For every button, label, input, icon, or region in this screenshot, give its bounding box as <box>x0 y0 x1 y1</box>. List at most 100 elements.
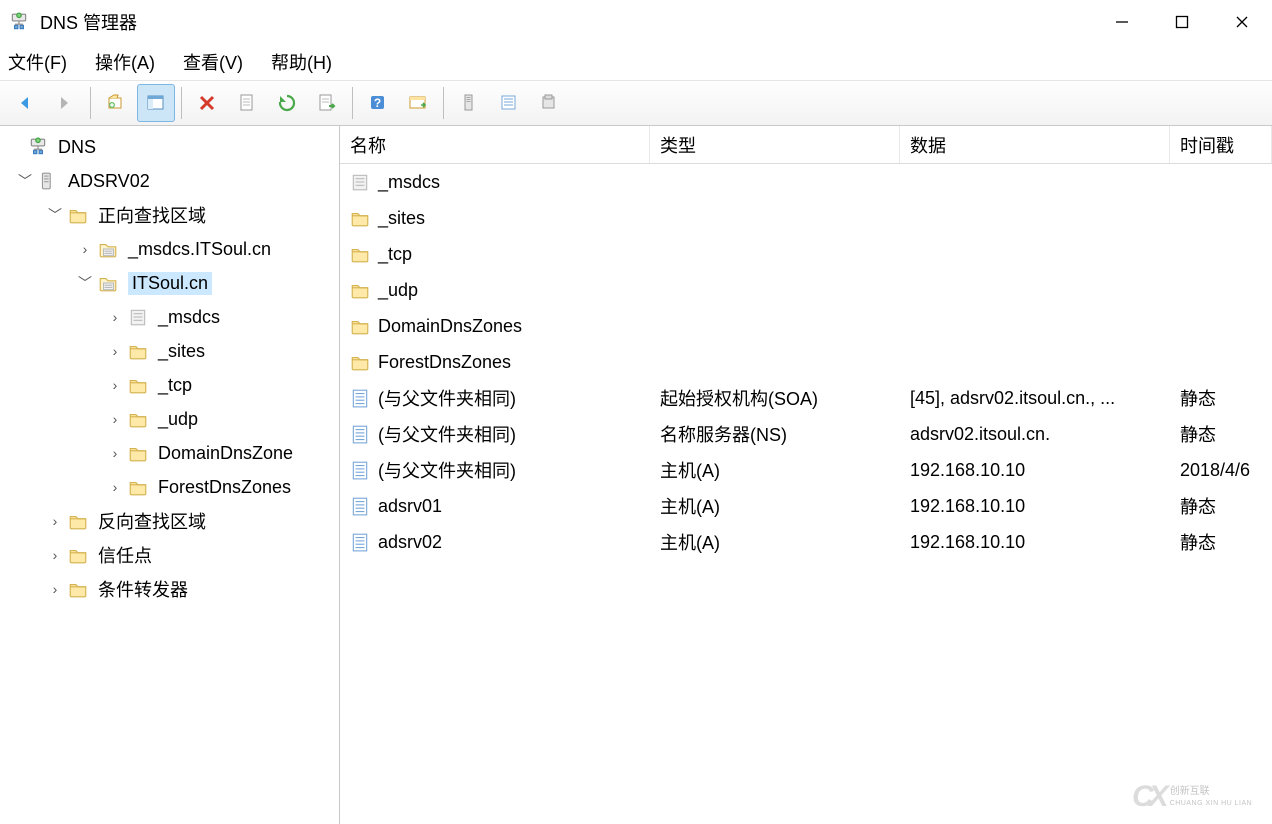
tree-node-sub-tcp[interactable]: › _tcp <box>0 368 339 402</box>
column-header-timestamp[interactable]: 时间戳 <box>1170 126 1272 163</box>
cell-type: 名称服务器(NS) <box>650 421 900 447</box>
tree-node-dns-root[interactable]: ▶ DNS <box>0 130 339 164</box>
cell-data: 192.168.10.10 <box>900 496 1170 517</box>
tree-node-reverse-zones[interactable]: › 反向查找区域 <box>0 504 339 538</box>
tree-node-label: _msdcs <box>158 307 220 328</box>
menu-action[interactable]: 操作(A) <box>95 49 155 75</box>
tree-node-label: ITSoul.cn <box>128 272 212 295</box>
toolbar-separator <box>90 87 91 119</box>
minimize-button[interactable] <box>1092 0 1152 44</box>
delete-button[interactable] <box>188 84 226 122</box>
maximize-button[interactable] <box>1152 0 1212 44</box>
cell-type: 起始授权机构(SOA) <box>650 385 900 411</box>
new-record-button[interactable] <box>490 84 528 122</box>
window-controls <box>1092 0 1272 44</box>
record-icon <box>348 458 372 482</box>
tree-node-label: 正向查找区域 <box>98 202 206 228</box>
export-list-button[interactable] <box>308 84 346 122</box>
row-name-text: ForestDnsZones <box>378 352 511 373</box>
folder-icon <box>126 475 150 499</box>
app-icon <box>8 11 30 33</box>
list-row[interactable]: DomainDnsZones <box>340 308 1272 344</box>
column-header-type[interactable]: 类型 <box>650 126 900 163</box>
server-config-button[interactable] <box>530 84 568 122</box>
cell-name: adsrv01 <box>340 494 650 518</box>
folder-icon <box>348 242 372 266</box>
list-row[interactable]: (与父文件夹相同)主机(A)192.168.10.102018/4/6 <box>340 452 1272 488</box>
cell-name: (与父文件夹相同) <box>340 385 650 411</box>
toolbar-separator <box>352 87 353 119</box>
menu-help[interactable]: 帮助(H) <box>271 49 332 75</box>
tree-node-label: ForestDnsZones <box>158 477 291 498</box>
menu-file[interactable]: 文件(F) <box>8 49 67 75</box>
tree-node-zone-itsoul[interactable]: ﹀ ITSoul.cn <box>0 266 339 300</box>
console-button[interactable] <box>399 84 437 122</box>
help-button[interactable] <box>359 84 397 122</box>
server-icon <box>36 169 60 193</box>
list-row[interactable]: _msdcs <box>340 164 1272 200</box>
row-name-text: _udp <box>378 280 418 301</box>
tree-node-sub-sites[interactable]: › _sites <box>0 334 339 368</box>
client-area: ▶ DNS ﹀ ADSRV02 ﹀ 正向查找区域 › _msdcs.ITSoul… <box>0 126 1272 824</box>
zone-icon <box>96 271 120 295</box>
tree-node-conditional-forwarders[interactable]: › 条件转发器 <box>0 572 339 606</box>
cell-timestamp: 静态 <box>1170 493 1272 519</box>
tree-node-trust-points[interactable]: › 信任点 <box>0 538 339 572</box>
list-row[interactable]: (与父文件夹相同)起始授权机构(SOA)[45], adsrv02.itsoul… <box>340 380 1272 416</box>
tree-node-label: DNS <box>58 137 96 158</box>
server-button[interactable] <box>450 84 488 122</box>
tree-node-label: _udp <box>158 409 198 430</box>
tree-node-label: DomainDnsZone <box>158 443 293 464</box>
cell-name: _msdcs <box>340 170 650 194</box>
list-row[interactable]: _sites <box>340 200 1272 236</box>
row-name-text: (与父文件夹相同) <box>378 457 516 483</box>
list-row[interactable]: (与父文件夹相同)名称服务器(NS)adsrv02.itsoul.cn.静态 <box>340 416 1272 452</box>
properties-button[interactable] <box>228 84 266 122</box>
cell-timestamp: 静态 <box>1170 421 1272 447</box>
cell-name: (与父文件夹相同) <box>340 457 650 483</box>
tree-node-sub-msdcs[interactable]: › _msdcs <box>0 300 339 334</box>
row-name-text: _tcp <box>378 244 412 265</box>
show-panel-button[interactable] <box>137 84 175 122</box>
window-title: DNS 管理器 <box>40 9 137 35</box>
zone-tag-icon <box>126 305 150 329</box>
list-row[interactable]: _tcp <box>340 236 1272 272</box>
folder-icon <box>126 407 150 431</box>
tree-node-sub-domain-dns[interactable]: › DomainDnsZone <box>0 436 339 470</box>
folder-icon <box>66 203 90 227</box>
cell-timestamp: 2018/4/6 <box>1170 460 1272 481</box>
list-row[interactable]: adsrv02主机(A)192.168.10.10静态 <box>340 524 1272 560</box>
refresh-button[interactable] <box>268 84 306 122</box>
toolbar-separator <box>181 87 182 119</box>
tree-node-sub-udp[interactable]: › _udp <box>0 402 339 436</box>
folder-icon <box>348 314 372 338</box>
watermark-logo: CX 创新互联 CHUANG XIN HU LIAN <box>1132 776 1262 818</box>
tree-node-label: ADSRV02 <box>68 171 150 192</box>
list-body: _msdcs _sites _tcp _udp DomainDnsZones Forest… <box>340 164 1272 824</box>
folder-icon <box>66 543 90 567</box>
menu-view[interactable]: 查看(V) <box>183 49 243 75</box>
cell-timestamp: 静态 <box>1170 385 1272 411</box>
folder-icon <box>66 577 90 601</box>
tree-node-forward-zones[interactable]: ﹀ 正向查找区域 <box>0 198 339 232</box>
row-name-text: _sites <box>378 208 425 229</box>
nav-forward-button[interactable] <box>46 84 84 122</box>
folder-icon <box>348 278 372 302</box>
tree-node-label: 信任点 <box>98 542 152 568</box>
cell-name: DomainDnsZones <box>340 314 650 338</box>
nav-back-button[interactable] <box>6 84 44 122</box>
tree-node-sub-forest-dns[interactable]: › ForestDnsZones <box>0 470 339 504</box>
list-row[interactable]: ForestDnsZones <box>340 344 1272 380</box>
list-row[interactable]: adsrv01主机(A)192.168.10.10静态 <box>340 488 1272 524</box>
list-row[interactable]: _udp <box>340 272 1272 308</box>
cell-type: 主机(A) <box>650 529 900 555</box>
zone-tag-icon <box>348 170 372 194</box>
tree-node-zone-msdcs[interactable]: › _msdcs.ITSoul.cn <box>0 232 339 266</box>
close-button[interactable] <box>1212 0 1272 44</box>
tree-node-server[interactable]: ﹀ ADSRV02 <box>0 164 339 198</box>
column-header-name[interactable]: 名称 <box>340 126 650 163</box>
watermark-mark: CX <box>1132 780 1164 814</box>
tree-node-label: _sites <box>158 341 205 362</box>
column-header-data[interactable]: 数据 <box>900 126 1170 163</box>
new-window-button[interactable] <box>97 84 135 122</box>
